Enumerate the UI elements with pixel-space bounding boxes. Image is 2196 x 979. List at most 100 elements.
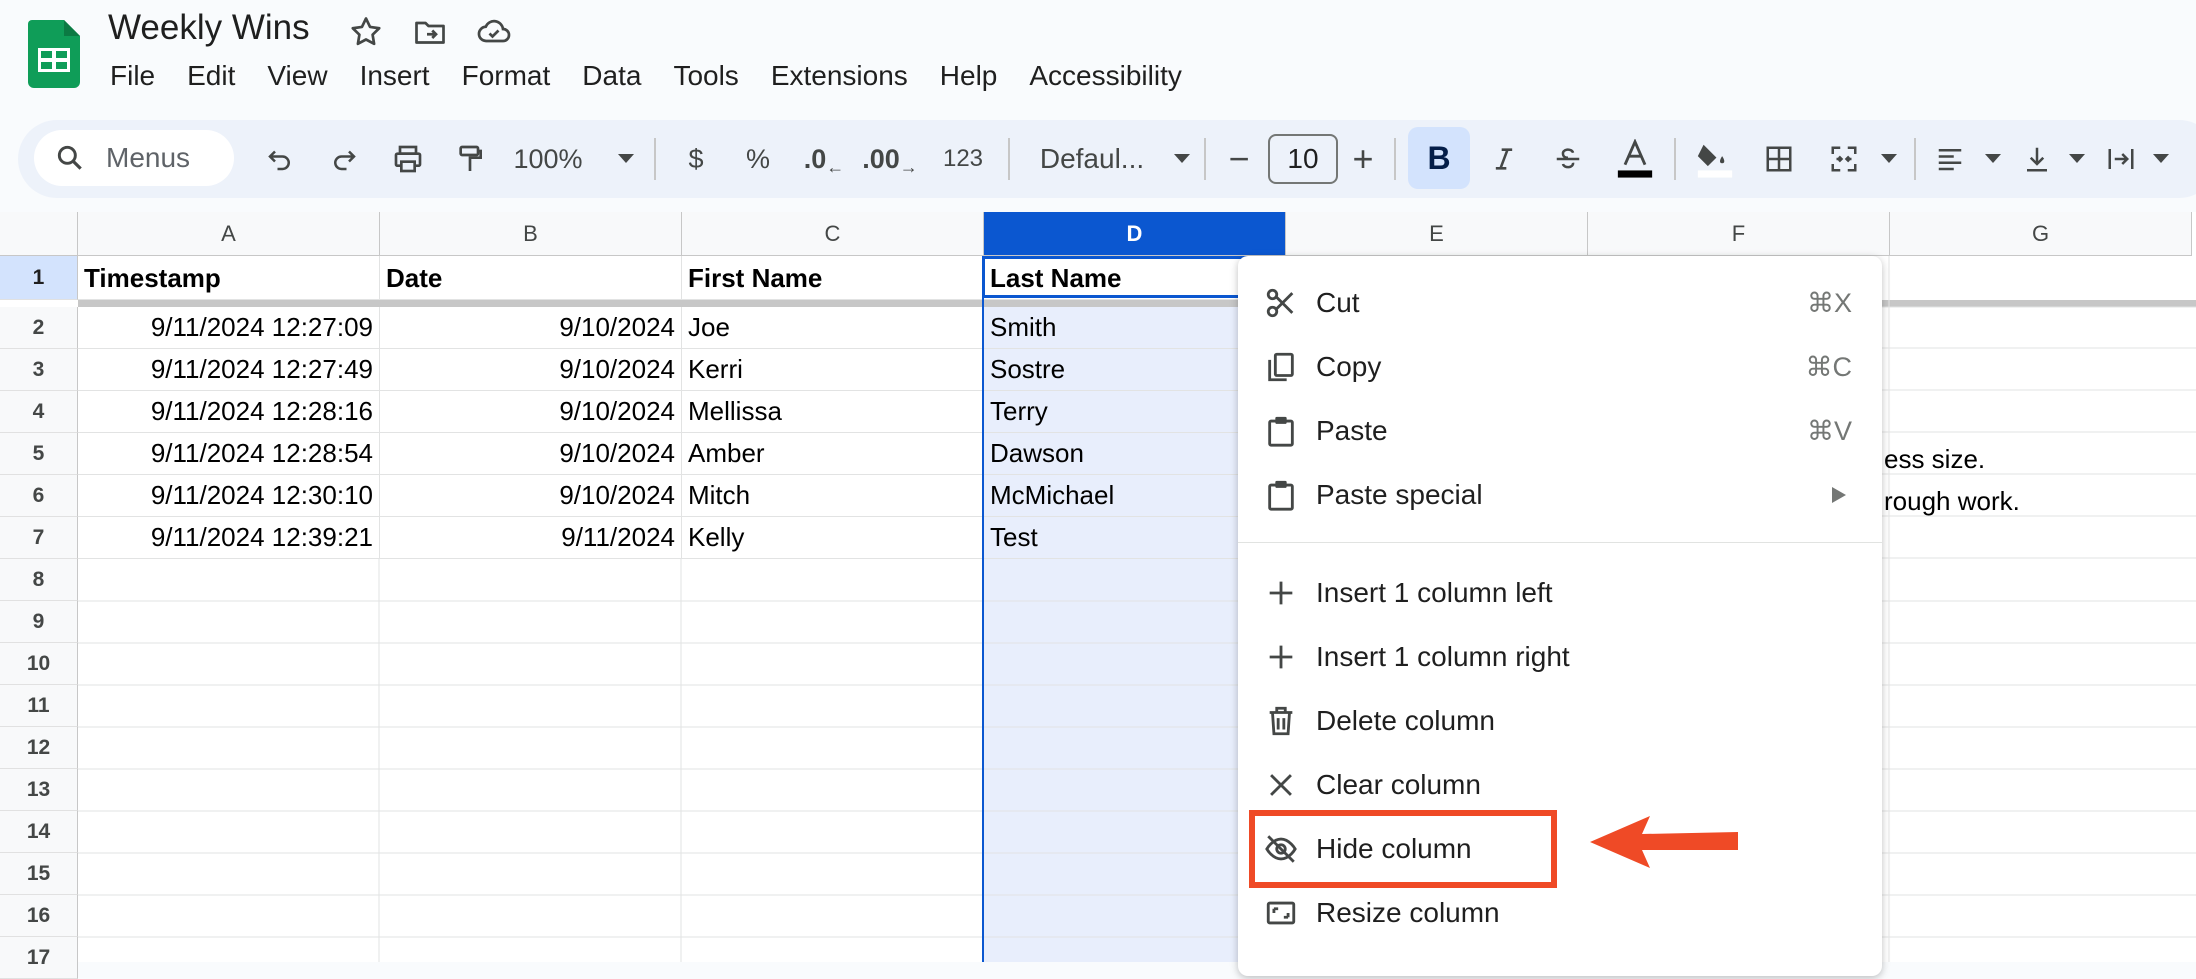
cell-timestamp[interactable]: 9/11/2024 12:39:21 bbox=[78, 517, 380, 559]
menu-data[interactable]: Data bbox=[566, 58, 657, 102]
cell-timestamp[interactable]: 9/11/2024 12:27:09 bbox=[78, 307, 380, 349]
header-cell-timestamp[interactable]: Timestamp bbox=[78, 256, 380, 300]
row-header[interactable]: 1 bbox=[0, 256, 78, 300]
menu-item-insert-column-left[interactable]: Insert 1 column left bbox=[1238, 562, 1882, 624]
redo-button[interactable] bbox=[316, 120, 372, 198]
cell-overflow-text[interactable]: ess size. bbox=[1884, 444, 1985, 475]
row-header[interactable]: 2 bbox=[0, 307, 78, 349]
menu-view[interactable]: View bbox=[251, 58, 343, 102]
cell-first-name[interactable]: Kerri bbox=[682, 349, 984, 391]
row-header[interactable]: 13 bbox=[0, 769, 78, 811]
row-header[interactable]: 17 bbox=[0, 937, 78, 979]
menu-item-delete-column[interactable]: Delete column bbox=[1238, 690, 1882, 752]
text-color-button[interactable] bbox=[1602, 120, 1668, 198]
menu-file[interactable]: File bbox=[94, 58, 171, 102]
paint-format-button[interactable] bbox=[442, 120, 498, 198]
sheets-logo-icon[interactable] bbox=[28, 20, 80, 88]
cloud-saved-icon[interactable] bbox=[476, 14, 512, 50]
menu-item-clear-column[interactable]: Clear column bbox=[1238, 754, 1882, 816]
cell-date[interactable]: 9/10/2024 bbox=[380, 307, 682, 349]
menu-help[interactable]: Help bbox=[924, 58, 1014, 102]
cell-first-name[interactable]: Mellissa bbox=[682, 391, 984, 433]
print-button[interactable] bbox=[380, 120, 436, 198]
strikethrough-button[interactable] bbox=[1538, 120, 1598, 198]
cell-timestamp[interactable]: 9/11/2024 12:27:49 bbox=[78, 349, 380, 391]
row-header[interactable]: 15 bbox=[0, 853, 78, 895]
decrease-decimal-button[interactable]: .0 ← bbox=[794, 120, 854, 198]
row-header[interactable]: 8 bbox=[0, 559, 78, 601]
cell-date[interactable]: 9/10/2024 bbox=[380, 433, 682, 475]
row-header[interactable]: 16 bbox=[0, 895, 78, 937]
align-dropdown-icon[interactable] bbox=[1978, 120, 2008, 198]
row-header[interactable]: 11 bbox=[0, 685, 78, 727]
font-dropdown-icon[interactable] bbox=[1162, 120, 1202, 198]
horizontal-align-button[interactable] bbox=[1922, 120, 1978, 198]
row-header[interactable]: 12 bbox=[0, 727, 78, 769]
row-header[interactable]: 10 bbox=[0, 643, 78, 685]
row-header[interactable]: 4 bbox=[0, 391, 78, 433]
row-header[interactable]: 14 bbox=[0, 811, 78, 853]
column-header-e[interactable]: E bbox=[1286, 212, 1588, 256]
cell-date[interactable]: 9/11/2024 bbox=[380, 517, 682, 559]
undo-button[interactable] bbox=[252, 120, 308, 198]
menu-insert[interactable]: Insert bbox=[344, 58, 446, 102]
menu-accessibility[interactable]: Accessibility bbox=[1013, 58, 1197, 102]
zoom-dropdown-icon[interactable] bbox=[606, 120, 646, 198]
row-header[interactable]: 3 bbox=[0, 349, 78, 391]
fill-color-button[interactable] bbox=[1682, 120, 1748, 198]
cell-first-name[interactable]: Amber bbox=[682, 433, 984, 475]
more-formats-button[interactable]: 123 bbox=[928, 120, 998, 198]
font-size-input[interactable]: 10 bbox=[1268, 134, 1338, 184]
percent-format-button[interactable]: % bbox=[730, 120, 786, 198]
column-header-c[interactable]: C bbox=[682, 212, 984, 256]
valign-dropdown-icon[interactable] bbox=[2062, 120, 2092, 198]
column-header-f[interactable]: F bbox=[1588, 212, 1890, 256]
column-header-g[interactable]: G bbox=[1890, 212, 2192, 256]
vertical-align-button[interactable] bbox=[2012, 120, 2062, 198]
menu-extensions[interactable]: Extensions bbox=[755, 58, 924, 102]
menu-tools[interactable]: Tools bbox=[657, 58, 754, 102]
wrap-dropdown-icon[interactable] bbox=[2146, 120, 2176, 198]
row-header[interactable]: 9 bbox=[0, 601, 78, 643]
column-header-a[interactable]: A bbox=[78, 212, 380, 256]
increase-decimal-button[interactable]: .00 → bbox=[858, 120, 922, 198]
bold-button[interactable]: B bbox=[1408, 127, 1470, 189]
header-cell-first-name[interactable]: First Name bbox=[682, 256, 984, 300]
document-title[interactable]: Weekly Wins bbox=[108, 8, 310, 48]
text-wrapping-button[interactable] bbox=[2096, 120, 2146, 198]
move-folder-icon[interactable] bbox=[412, 14, 448, 50]
menu-item-paste-special[interactable]: Paste special bbox=[1238, 464, 1882, 526]
merge-dropdown-icon[interactable] bbox=[1874, 120, 1904, 198]
column-header-b[interactable]: B bbox=[380, 212, 682, 256]
increase-font-size-button[interactable]: + bbox=[1338, 120, 1388, 198]
cell-date[interactable]: 9/10/2024 bbox=[380, 349, 682, 391]
menu-item-copy[interactable]: Copy ⌘C bbox=[1238, 336, 1882, 398]
cell-date[interactable]: 9/10/2024 bbox=[380, 475, 682, 517]
star-icon[interactable] bbox=[348, 14, 384, 50]
cell-overflow-text[interactable]: rough work. bbox=[1884, 486, 2020, 517]
menu-item-resize-column[interactable]: Resize column bbox=[1238, 882, 1882, 944]
menu-search-input[interactable]: Menus bbox=[34, 130, 234, 186]
cell-date[interactable]: 9/10/2024 bbox=[380, 391, 682, 433]
menu-item-paste[interactable]: Paste ⌘V bbox=[1238, 400, 1882, 462]
decrease-font-size-button[interactable]: − bbox=[1214, 120, 1264, 198]
cell-timestamp[interactable]: 9/11/2024 12:28:16 bbox=[78, 391, 380, 433]
merge-cells-button[interactable] bbox=[1814, 120, 1874, 198]
borders-button[interactable] bbox=[1748, 120, 1810, 198]
cell-first-name[interactable]: Mitch bbox=[682, 475, 984, 517]
cell-timestamp[interactable]: 9/11/2024 12:30:10 bbox=[78, 475, 380, 517]
row-header[interactable]: 7 bbox=[0, 517, 78, 559]
font-family-select[interactable]: Defaul... bbox=[1022, 120, 1162, 198]
italic-button[interactable] bbox=[1474, 120, 1534, 198]
header-cell-date[interactable]: Date bbox=[380, 256, 682, 300]
menu-item-insert-column-right[interactable]: Insert 1 column right bbox=[1238, 626, 1882, 688]
zoom-select[interactable]: 100% bbox=[508, 120, 588, 198]
select-all-corner[interactable] bbox=[0, 212, 78, 256]
cell-timestamp[interactable]: 9/11/2024 12:28:54 bbox=[78, 433, 380, 475]
cell-first-name[interactable]: Kelly bbox=[682, 517, 984, 559]
row-header[interactable]: 6 bbox=[0, 475, 78, 517]
menu-item-cut[interactable]: Cut ⌘X bbox=[1238, 272, 1882, 334]
cell-first-name[interactable]: Joe bbox=[682, 307, 984, 349]
column-header-d[interactable]: D bbox=[984, 212, 1286, 256]
menu-format[interactable]: Format bbox=[446, 58, 567, 102]
